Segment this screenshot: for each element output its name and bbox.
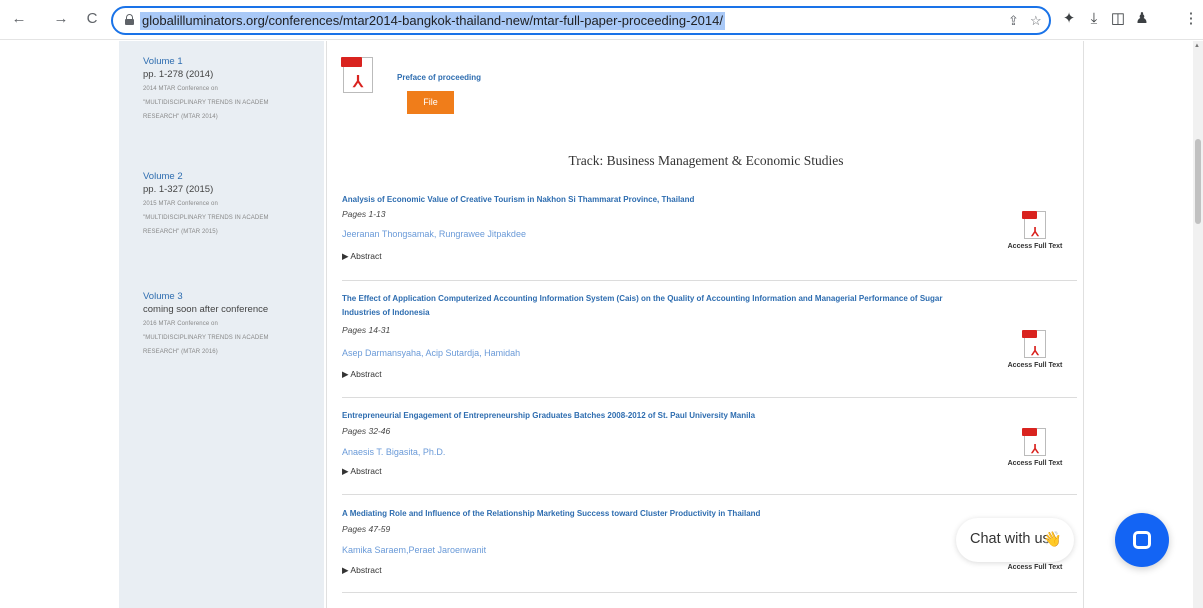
paper-pages: Pages 32-46 xyxy=(342,426,391,436)
paper-authors-link[interactable]: Asep Darmansyaha, Acip Sutardja, Hamidah xyxy=(342,347,520,359)
page-scrollbar[interactable]: ▲ xyxy=(1193,41,1203,608)
volume-desc: 2016 MTAR Conference on xyxy=(143,321,218,327)
track-heading: Track: Business Management & Economic St… xyxy=(568,153,844,168)
volume-title-link[interactable]: Volume 3 xyxy=(143,290,323,303)
paper-pages: Pages 1-13 xyxy=(342,209,386,219)
paper-authors-link[interactable]: Anaesis T. Bigasita, Ph.D. xyxy=(342,446,445,458)
wave-icon: 👋 xyxy=(1043,531,1062,548)
volume-title-link[interactable]: Volume 1 xyxy=(143,55,323,68)
pdf-icon[interactable]: ⅄ xyxy=(341,57,373,93)
scrollbar-thumb[interactable] xyxy=(1195,139,1201,224)
browser-toolbar: ← → C globalilluminators.org/conferences… xyxy=(0,0,1203,40)
pdf-icon[interactable]: ⅄ xyxy=(1022,428,1046,456)
access-full-text-label[interactable]: Access Full Text xyxy=(990,362,1080,369)
pdf-icon[interactable]: ⅄ xyxy=(1022,211,1046,239)
volume-block: Volume 2 pp. 1-327 (2015) 2015 MTAR Conf… xyxy=(143,170,323,239)
chat-label[interactable]: Chat with us xyxy=(970,531,1050,547)
access-full-text-label[interactable]: Access Full Text xyxy=(990,564,1080,571)
volumes-sidebar: Volume 1 pp. 1-278 (2014) 2014 MTAR Conf… xyxy=(119,41,324,608)
paper-pages: Pages 47-59 xyxy=(342,524,391,534)
paper-authors-link[interactable]: Kamika Saraem,Peraet Jaroenwanit xyxy=(342,544,486,556)
address-bar[interactable]: globalilluminators.org/conferences/mtar2… xyxy=(111,6,1051,35)
abstract-toggle[interactable]: ▶ Abstract xyxy=(342,250,382,262)
pdf-icon[interactable]: ⅄ xyxy=(1022,330,1046,358)
volume-desc: 2014 MTAR Conference on xyxy=(143,86,218,92)
volume-desc: RESEARCH" (MTAR 2015) xyxy=(143,229,218,235)
volume-pages: pp. 1-278 (2014) xyxy=(143,69,214,80)
share-icon[interactable]: ⇪ xyxy=(1008,12,1019,30)
preface-link[interactable]: Preface of proceeding xyxy=(397,73,481,82)
web-page: Volume 1 pp. 1-278 (2014) 2014 MTAR Conf… xyxy=(0,41,1203,608)
scroll-up-icon[interactable]: ▲ xyxy=(1194,43,1200,49)
abstract-toggle[interactable]: ▶ Abstract xyxy=(342,465,382,477)
back-icon[interactable]: ← xyxy=(10,10,28,28)
volume-pages: coming soon after conference xyxy=(143,304,269,315)
volume-desc: 2015 MTAR Conference on xyxy=(143,201,218,207)
volume-desc: "MULTIDISCIPLINARY TRENDS IN ACADEM xyxy=(143,215,269,221)
url-text[interactable]: globalilluminators.org/conferences/mtar2… xyxy=(140,12,725,30)
profile-icon[interactable]: ♟ xyxy=(1133,10,1151,28)
download-icon[interactable]: ⤓ xyxy=(1085,10,1103,28)
reload-icon[interactable]: C xyxy=(83,10,101,28)
paper-authors-link[interactable]: Jeeranan Thongsamak, Rungrawee Jitpakdee xyxy=(342,228,526,240)
volume-desc: "MULTIDISCIPLINARY TRENDS IN ACADEM xyxy=(143,335,269,341)
chat-prompt[interactable]: Chat with us 👋 xyxy=(956,518,1074,562)
abstract-toggle[interactable]: ▶ Abstract xyxy=(342,564,382,576)
paper-entry: The Effect of Application Computerized A… xyxy=(342,290,1077,398)
access-full-text[interactable]: ⅄ Access Full Text xyxy=(990,328,1080,378)
access-full-text-label[interactable]: Access Full Text xyxy=(990,243,1080,250)
abstract-toggle[interactable]: ▶ Abstract xyxy=(342,368,382,380)
extensions-icon[interactable]: ✦ xyxy=(1060,10,1078,28)
chat-icon xyxy=(1133,531,1151,549)
file-button[interactable]: File xyxy=(407,91,454,114)
lock-icon[interactable] xyxy=(125,14,134,25)
sidepanel-icon[interactable]: ◫ xyxy=(1109,10,1127,28)
volume-desc: RESEARCH" (MTAR 2014) xyxy=(143,114,218,120)
paper-title-link[interactable]: A Mediating Role and Influence of the Re… xyxy=(342,507,982,521)
volume-pages: pp. 1-327 (2015) xyxy=(143,184,214,195)
access-full-text-label[interactable]: Access Full Text xyxy=(990,460,1080,467)
star-icon[interactable]: ☆ xyxy=(1030,12,1042,30)
paper-entry: Entrepreneurial Engagement of Entreprene… xyxy=(342,407,1077,495)
access-full-text[interactable]: ⅄ Access Full Text xyxy=(990,209,1080,259)
volume-block: Volume 3 coming soon after conference 20… xyxy=(143,290,323,359)
volume-desc: "MULTIDISCIPLINARY TRENDS IN ACADEM xyxy=(143,100,269,106)
paper-title-link[interactable]: The Effect of Application Computerized A… xyxy=(342,292,982,320)
paper-title-link[interactable]: Analysis of Economic Value of Creative T… xyxy=(342,193,982,207)
paper-title-link[interactable]: Entrepreneurial Engagement of Entreprene… xyxy=(342,409,982,423)
access-full-text[interactable]: ⅄ Access Full Text xyxy=(990,426,1080,476)
forward-icon[interactable]: → xyxy=(52,10,70,28)
volume-title-link[interactable]: Volume 2 xyxy=(143,170,323,183)
paper-entry: Analysis of Economic Value of Creative T… xyxy=(342,191,1077,281)
menu-icon[interactable]: ⋮ xyxy=(1182,10,1200,28)
volume-desc: RESEARCH" (MTAR 2016) xyxy=(143,349,218,355)
volume-block: Volume 1 pp. 1-278 (2014) 2014 MTAR Conf… xyxy=(143,55,323,124)
chat-launcher-button[interactable] xyxy=(1115,513,1169,567)
paper-pages: Pages 14-31 xyxy=(342,325,391,335)
